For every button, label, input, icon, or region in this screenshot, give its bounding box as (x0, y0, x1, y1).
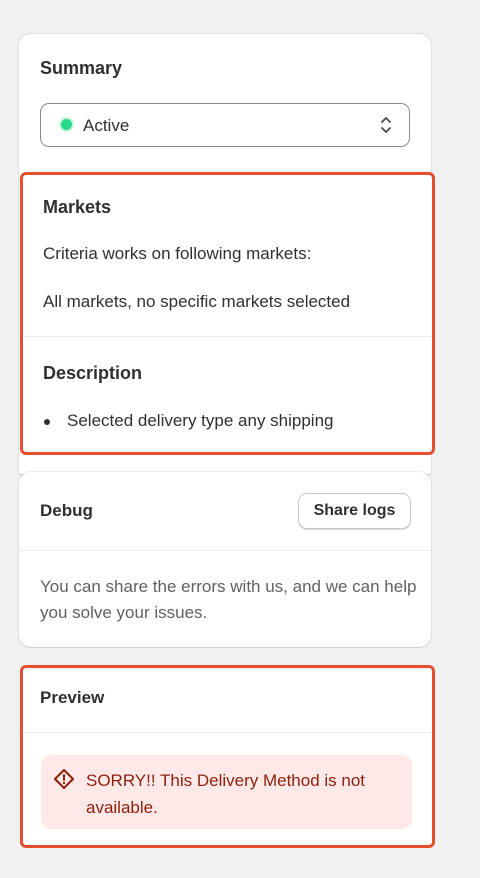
section-divider (23, 336, 432, 337)
debug-divider (19, 550, 431, 551)
preview-divider (23, 732, 432, 733)
markets-description-section: Markets Criteria works on following mark… (20, 172, 435, 455)
description-list-item: Selected delivery type any shipping (67, 411, 334, 430)
select-chevron-icon (381, 117, 391, 133)
bullet-icon (44, 419, 50, 425)
markets-selection-text: All markets, no specific markets selecte… (43, 292, 351, 311)
status-dot-icon (61, 119, 72, 130)
preview-title: Preview (40, 688, 105, 707)
critical-banner: SORRY!! This Delivery Method is not avai… (41, 755, 412, 829)
debug-card: Debug Share logs You can share the error… (19, 472, 431, 647)
banner-message: SORRY!! This Delivery Method is not avai… (86, 771, 366, 817)
markets-title: Markets (43, 197, 112, 217)
status-select-value: Active (83, 116, 130, 135)
summary-title: Summary (40, 58, 123, 78)
share-logs-button[interactable]: Share logs (298, 493, 411, 529)
debug-help-text: You can share the errors with us, and we… (40, 577, 417, 622)
debug-title: Debug (40, 501, 93, 520)
markets-criteria-text: Criteria works on following markets: (43, 244, 312, 263)
description-title: Description (43, 363, 143, 383)
warning-diamond-icon (54, 769, 74, 789)
preview-card: Preview SORRY!! This Delivery Method is … (20, 665, 435, 848)
status-select[interactable]: Active (40, 103, 410, 147)
